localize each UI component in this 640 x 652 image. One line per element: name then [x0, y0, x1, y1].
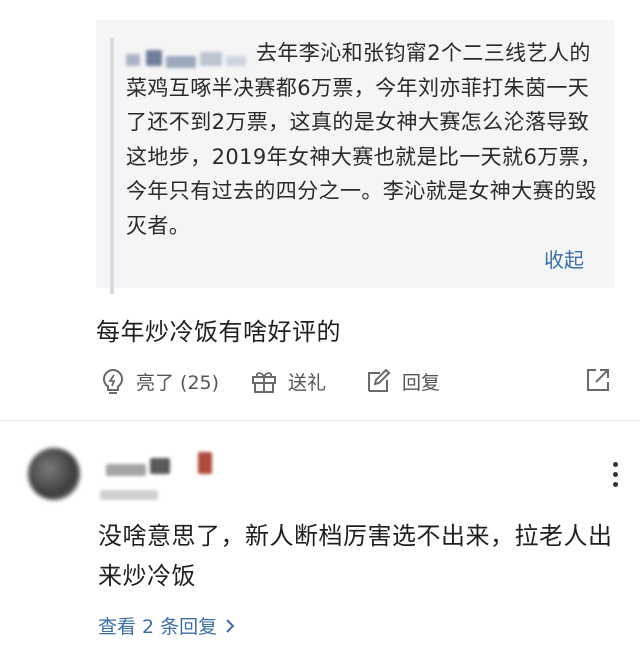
gift-icon: [252, 372, 276, 393]
like-label: 亮了 (25): [136, 371, 220, 394]
reply-comment-text: 没啥意思了，新人断档厉害选不出来，拉老人出来炒冷饭: [98, 522, 613, 590]
view-replies-link[interactable]: 查看 2 条回复: [98, 612, 235, 639]
comment-divider: [0, 420, 640, 421]
avatar[interactable]: [28, 448, 80, 500]
chevron-right-icon: [226, 618, 235, 633]
edit-icon: [368, 368, 391, 392]
quote-bar: [110, 38, 114, 294]
lightbulb-icon: [102, 368, 124, 394]
quoted-comment: 去年李沁和张钧甯2个二三线艺人的菜鸡互啄半决赛都6万票，今年刘亦菲打朱茵一天了还…: [96, 20, 614, 294]
like-button[interactable]: 亮了 (25): [100, 364, 219, 398]
comment-action-bar: 亮了 (25) 送礼 回复: [100, 364, 620, 398]
share-button[interactable]: [584, 366, 612, 398]
share-icon: [587, 369, 609, 391]
collapse-button[interactable]: 收起: [544, 244, 584, 273]
gift-label: 送礼: [288, 371, 327, 394]
more-dot-icon: [612, 472, 618, 477]
more-dot-icon: [612, 462, 618, 467]
comment-text: 每年炒冷饭有啥好评的: [96, 318, 341, 346]
reply-username-blurred: [100, 452, 230, 504]
reply-label: 回复: [402, 371, 441, 394]
more-dot-icon: [612, 482, 618, 487]
quoted-comment-text: 去年李沁和张钧甯2个二三线艺人的菜鸡互啄半决赛都6万票，今年刘亦菲打朱茵一天了还…: [126, 41, 602, 238]
view-replies-label: 查看 2 条回复: [98, 616, 218, 638]
more-options-button[interactable]: [612, 462, 618, 490]
gift-button[interactable]: 送礼: [250, 364, 326, 398]
reply-button[interactable]: 回复: [364, 364, 440, 398]
